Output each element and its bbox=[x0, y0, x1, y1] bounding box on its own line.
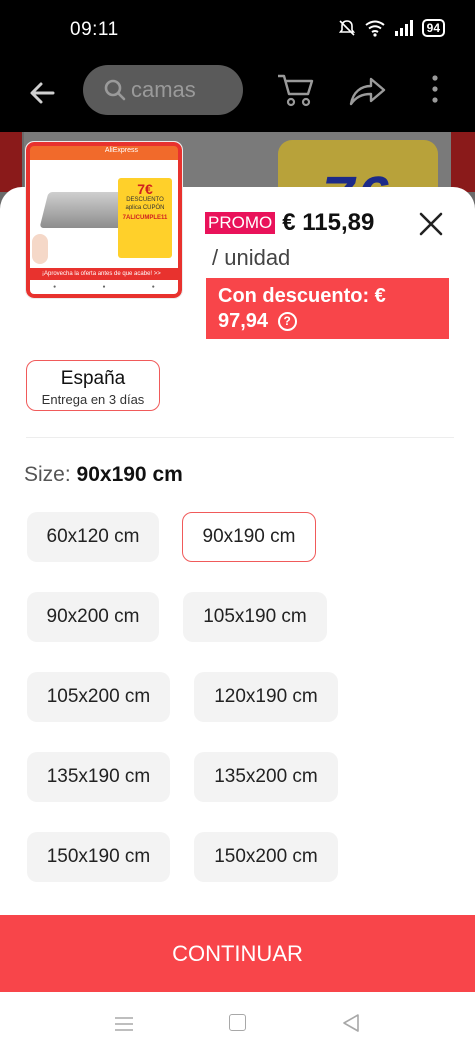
recent-apps-icon[interactable] bbox=[113, 1015, 135, 1033]
system-nav-bar bbox=[0, 992, 475, 1056]
more-options-icon[interactable] bbox=[430, 74, 440, 104]
status-time: 09:11 bbox=[70, 19, 119, 40]
size-option[interactable]: 135x190 cm bbox=[27, 752, 170, 802]
back-arrow-icon[interactable] bbox=[26, 76, 60, 110]
size-option[interactable]: 105x190 cm bbox=[183, 592, 327, 642]
size-option[interactable]: 105x200 cm bbox=[27, 672, 170, 722]
discount-banner: Con descuento: € 97,94 ? bbox=[206, 278, 449, 339]
product-thumbnail[interactable]: AliExpress 7€ DESCUENTO aplica CUPÓN 7AL… bbox=[26, 142, 182, 298]
size-option[interactable]: 120x190 cm bbox=[194, 672, 338, 722]
wifi-icon bbox=[365, 20, 385, 37]
close-icon[interactable] bbox=[418, 211, 444, 237]
continue-button[interactable]: CONTINUAR bbox=[0, 915, 475, 992]
discount-label: Con descuento: € bbox=[218, 285, 386, 307]
help-icon[interactable]: ? bbox=[277, 312, 297, 331]
size-label: Size: 90x190 cm bbox=[24, 463, 183, 486]
search-input[interactable]: camas bbox=[83, 65, 243, 115]
size-option[interactable]: 60x120 cm bbox=[27, 512, 159, 562]
bell-off-icon bbox=[338, 20, 355, 36]
size-option[interactable]: 135x200 cm bbox=[194, 752, 338, 802]
sku-bottom-sheet: PROMO € 115,89 / unidad Con descuento: €… bbox=[0, 187, 475, 1056]
status-bar: 09:11 94 bbox=[0, 0, 475, 60]
divider bbox=[26, 437, 454, 438]
price: € 115,89 bbox=[282, 209, 375, 236]
search-icon bbox=[104, 79, 126, 101]
price-unit: / unidad bbox=[212, 245, 291, 270]
status-icons: 94 bbox=[338, 19, 445, 37]
app-bar: camas bbox=[0, 60, 475, 132]
size-option-selected[interactable]: 90x190 cm bbox=[182, 512, 316, 562]
size-option[interactable]: 150x190 cm bbox=[27, 832, 170, 882]
shipping-country-option[interactable]: España Entrega en 3 días bbox=[26, 360, 160, 411]
price-row: PROMO € 115,89 bbox=[205, 209, 374, 237]
discount-value: 97,94 bbox=[218, 310, 269, 332]
promo-badge: PROMO bbox=[205, 212, 276, 234]
battery-icon: 94 bbox=[421, 19, 445, 37]
cart-icon[interactable] bbox=[276, 72, 316, 108]
search-placeholder: camas bbox=[131, 77, 196, 102]
nav-back-icon[interactable] bbox=[340, 1012, 362, 1034]
selected-size: 90x190 cm bbox=[76, 463, 183, 486]
delivery-time: Entrega en 3 días bbox=[41, 392, 145, 407]
size-option[interactable]: 90x200 cm bbox=[27, 592, 159, 642]
size-option[interactable]: 150x200 cm bbox=[194, 832, 338, 882]
country-name: España bbox=[60, 368, 126, 389]
signal-icon bbox=[394, 20, 413, 36]
share-icon[interactable] bbox=[347, 74, 387, 108]
home-icon[interactable] bbox=[229, 1014, 246, 1031]
